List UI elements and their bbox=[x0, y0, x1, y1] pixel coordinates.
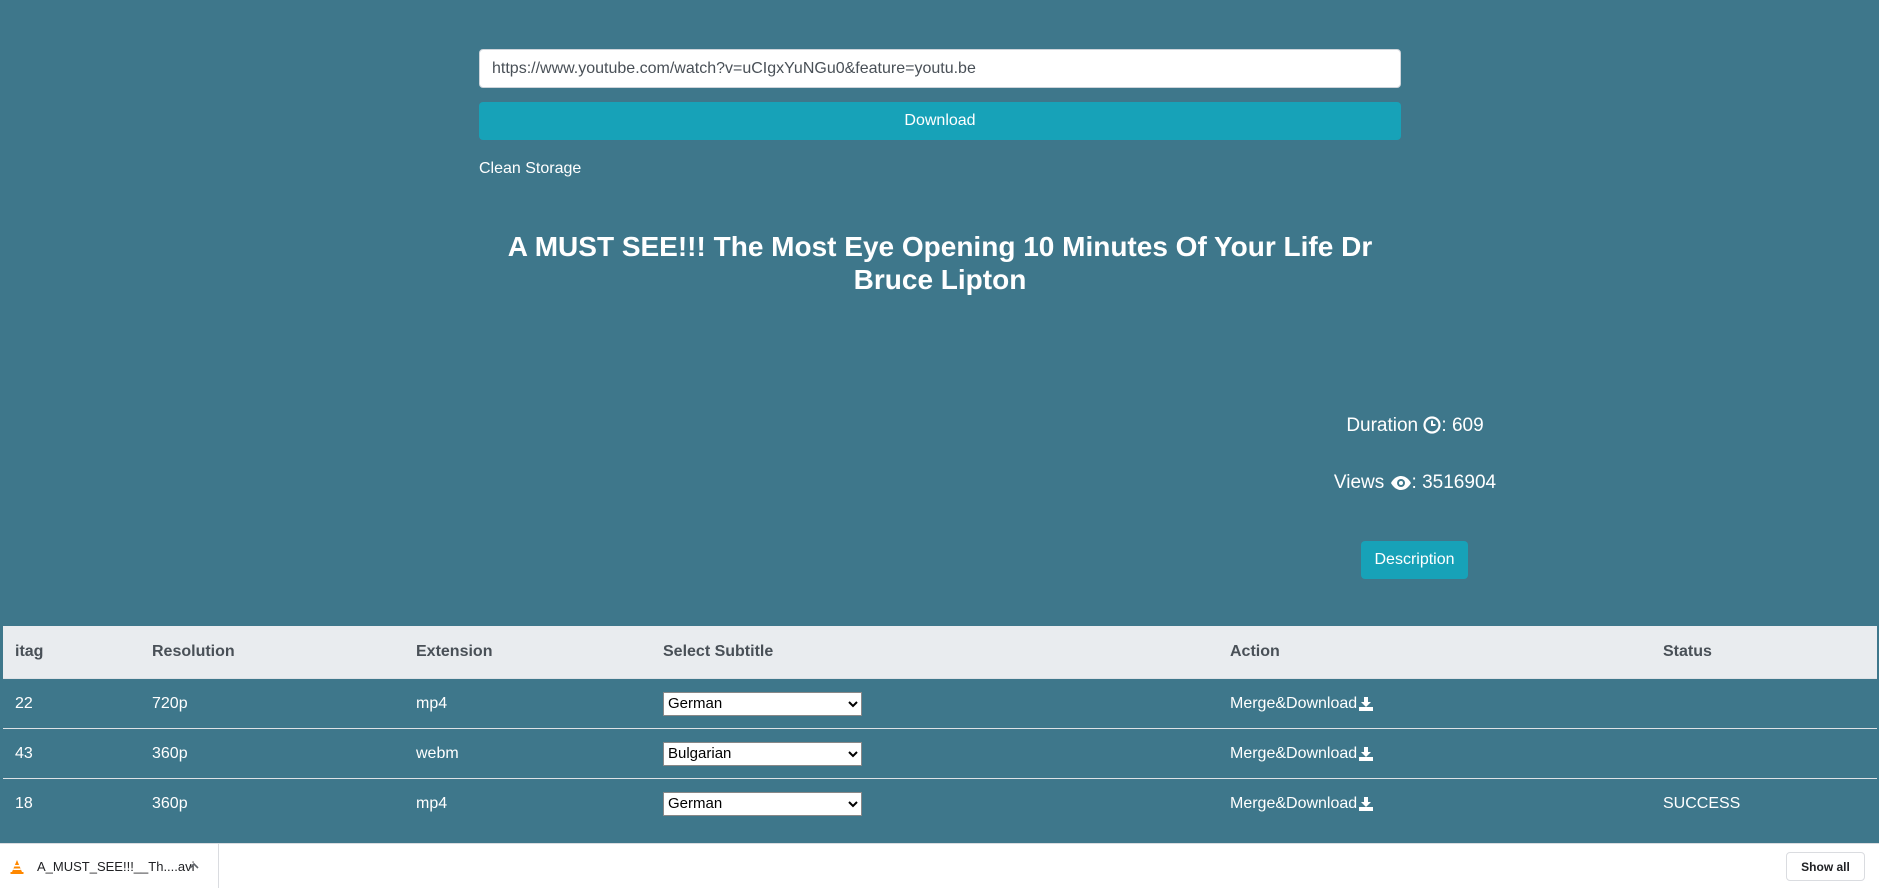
merge-download-label: Merge&Download bbox=[1230, 744, 1358, 762]
cell-itag: 22 bbox=[3, 678, 140, 729]
download-button[interactable]: Download bbox=[479, 102, 1401, 140]
clock-icon bbox=[1423, 416, 1442, 434]
chevron-up-icon[interactable] bbox=[187, 859, 201, 873]
vlc-cone-icon bbox=[10, 860, 24, 874]
download-file-name: A_MUST_SEE!!!__Th....avi bbox=[37, 859, 195, 874]
merge-download-link[interactable]: Merge&Download bbox=[1230, 794, 1374, 813]
header-select-subtitle: Select Subtitle bbox=[651, 626, 1218, 679]
video-title: A MUST SEE!!! The Most Eye Opening 10 Mi… bbox=[507, 231, 1373, 295]
cell-status bbox=[1651, 728, 1877, 779]
formats-table: itag Resolution Extension Select Subtitl… bbox=[3, 626, 1877, 828]
cell-status bbox=[1651, 678, 1877, 729]
header-resolution: Resolution bbox=[140, 626, 404, 679]
clean-storage-link[interactable]: Clean Storage bbox=[479, 160, 581, 178]
cell-action: Merge&Download bbox=[1218, 728, 1651, 779]
duration-info: Duration : 609 bbox=[1270, 415, 1560, 437]
browser-download-bar: A_MUST_SEE!!!__Th....avi Show all bbox=[0, 843, 1879, 888]
cell-resolution: 360p bbox=[140, 728, 404, 779]
cell-subtitle: German bbox=[651, 778, 1218, 828]
cell-extension: mp4 bbox=[404, 678, 651, 729]
duration-label: Duration bbox=[1346, 415, 1419, 436]
cell-itag: 43 bbox=[3, 728, 140, 779]
cell-extension: webm bbox=[404, 728, 651, 779]
cell-status: SUCCESS bbox=[1651, 778, 1877, 828]
views-label: Views bbox=[1333, 472, 1385, 493]
table-header-row: itag Resolution Extension Select Subtitl… bbox=[3, 626, 1877, 679]
download-icon bbox=[1359, 696, 1374, 711]
url-input[interactable] bbox=[479, 49, 1401, 88]
eye-icon bbox=[1390, 476, 1411, 490]
merge-download-label: Merge&Download bbox=[1230, 794, 1358, 812]
cell-resolution: 720p bbox=[140, 678, 404, 729]
cell-action: Merge&Download bbox=[1218, 778, 1651, 828]
subtitle-select[interactable]: German bbox=[663, 791, 862, 816]
views-info: Views : 3516904 bbox=[1270, 472, 1560, 494]
header-status: Status bbox=[1651, 626, 1877, 679]
cell-action: Merge&Download bbox=[1218, 678, 1651, 729]
table-row: 18 360p mp4 German Merge&Download SUCCES… bbox=[3, 778, 1877, 828]
views-value: : 3516904 bbox=[1411, 472, 1497, 493]
cell-subtitle: German bbox=[651, 678, 1218, 729]
description-button[interactable]: Description bbox=[1361, 541, 1468, 579]
header-itag: itag bbox=[3, 626, 140, 679]
download-form: Download Clean Storage bbox=[479, 49, 1401, 178]
table-row: 43 360p webm Bulgarian Merge&Download bbox=[3, 728, 1877, 779]
download-icon bbox=[1359, 796, 1374, 811]
cell-extension: mp4 bbox=[404, 778, 651, 828]
show-all-button[interactable]: Show all bbox=[1786, 852, 1865, 881]
merge-download-link[interactable]: Merge&Download bbox=[1230, 694, 1374, 713]
table-row: 22 720p mp4 German Merge&Download bbox=[3, 678, 1877, 729]
subtitle-select[interactable]: German bbox=[663, 691, 862, 716]
merge-download-link[interactable]: Merge&Download bbox=[1230, 744, 1374, 763]
cell-subtitle: Bulgarian bbox=[651, 728, 1218, 779]
merge-download-label: Merge&Download bbox=[1230, 694, 1358, 712]
subtitle-select[interactable]: Bulgarian bbox=[663, 741, 862, 766]
cell-itag: 18 bbox=[3, 778, 140, 828]
header-extension: Extension bbox=[404, 626, 651, 679]
download-item[interactable]: A_MUST_SEE!!!__Th....avi bbox=[0, 844, 219, 888]
duration-value: : 609 bbox=[1441, 415, 1484, 436]
download-icon bbox=[1359, 746, 1374, 761]
cell-resolution: 360p bbox=[140, 778, 404, 828]
header-action: Action bbox=[1218, 626, 1651, 679]
